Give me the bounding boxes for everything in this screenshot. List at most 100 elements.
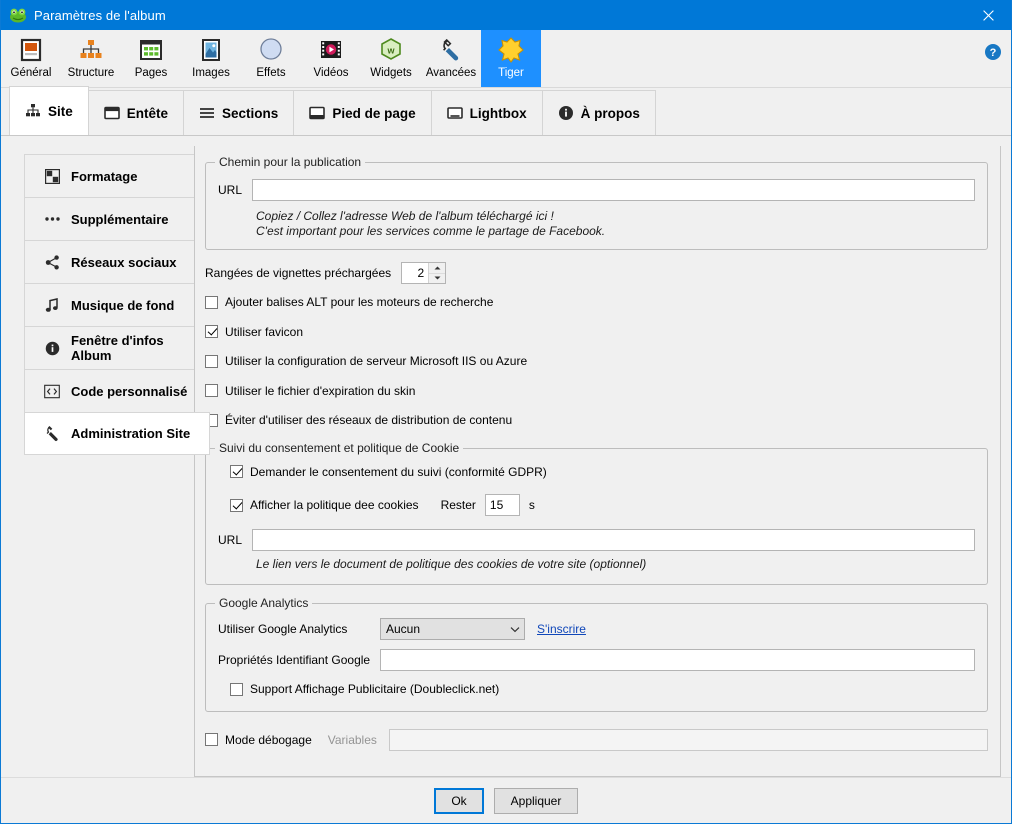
checkbox-avoid-cdn[interactable]: Éviter d'utiliser des réseaux de distrib… (205, 413, 512, 427)
checkbox-box (205, 733, 218, 746)
debug-variables-input[interactable] (388, 728, 988, 751)
apply-button[interactable]: Appliquer (494, 787, 578, 814)
section-tabbar: Site Entête Sections Pied de page Lightb… (1, 86, 1011, 136)
checkbox-label: Utiliser la configuration de serveur Mic… (225, 354, 528, 368)
checkbox-favicon[interactable]: Utiliser favicon (205, 325, 303, 339)
checkbox-skin-expiration[interactable]: Utiliser le fichier d'expiration du skin (205, 384, 415, 398)
publication-url-label: URL (218, 183, 243, 197)
ribbon-tab-general[interactable]: Général (1, 30, 61, 87)
analytics-provider-select[interactable]: Aucun (380, 618, 525, 640)
share-icon (43, 254, 61, 270)
preload-rows-stepper[interactable]: 2 (401, 262, 447, 284)
tab-sections[interactable]: Sections (183, 90, 295, 135)
ribbon-tab-label: Avancées (425, 67, 477, 79)
settings-sidebar: Formatage Supplémentaire Réseaux sociaux… (1, 136, 210, 777)
frog-icon (9, 6, 27, 24)
publication-legend: Chemin pour la publication (215, 155, 366, 169)
sidebar-item-code-personnalise[interactable]: Code personnalisé (24, 369, 202, 412)
checkbox-label: Mode débogage (225, 732, 312, 747)
checkbox-label: Support Affichage Publicitaire (Doublecl… (250, 682, 500, 696)
ribbon-toolbar: Général Structure Pages Images Effets Vi… (1, 30, 1011, 88)
cookie-url-input[interactable] (252, 529, 975, 551)
close-button[interactable] (965, 0, 1011, 30)
sidebar-item-formatage[interactable]: Formatage (24, 154, 202, 197)
cookie-url-label: URL (218, 533, 243, 547)
ribbon-tab-images[interactable]: Images (181, 30, 241, 87)
ribbon-tab-pages[interactable]: Pages (121, 30, 181, 87)
tab-site[interactable]: Site (9, 86, 89, 135)
ok-button[interactable]: Ok (434, 787, 484, 814)
sidebar-item-label: Fenêtre d'infos Album (71, 333, 164, 363)
tab-a-propos[interactable]: À propos (541, 90, 656, 135)
analytics-property-label: Propriétés Identifiant Google (218, 653, 371, 667)
code-brackets-icon (43, 384, 61, 399)
ellipsis-icon (43, 215, 61, 223)
stepper-up-icon[interactable] (429, 263, 446, 274)
help-icon[interactable]: ? (984, 43, 1002, 61)
ribbon-tab-label: Images (192, 67, 230, 79)
dialog-footer: Ok Appliquer (1, 777, 1011, 823)
tab-label: À propos (580, 105, 640, 121)
window-titlebar: Paramètres de l'album (1, 0, 1011, 30)
ribbon-tab-effets[interactable]: Effets (241, 30, 301, 87)
analytics-property-input[interactable] (380, 649, 975, 671)
checkbox-label: Afficher la politique dee cookies (250, 498, 419, 512)
analytics-provider-value: Aucun (386, 622, 421, 636)
sidebar-item-label: Formatage (71, 168, 138, 184)
ribbon-tab-tiger[interactable]: Tiger (481, 30, 541, 87)
tab-pied-de-page[interactable]: Pied de page (293, 90, 432, 135)
checkbox-doubleclick-support[interactable]: Support Affichage Publicitaire (Doublecl… (230, 682, 499, 696)
sitemap-icon (25, 103, 41, 119)
sidebar-item-label: Administration Site (71, 426, 191, 441)
tiger-star-icon (496, 35, 526, 65)
window-title: Paramètres de l'album (34, 7, 166, 23)
checkbox-box (230, 465, 243, 478)
sidebar-item-supplementaire[interactable]: Supplémentaire (24, 197, 202, 240)
info-icon (43, 341, 61, 356)
cookie-group: Suivi du consentement et politique de Co… (205, 440, 988, 585)
tab-entete[interactable]: Entête (87, 90, 185, 135)
checkbox-alt-tags[interactable]: Ajouter balises ALT pour les moteurs de … (205, 295, 493, 309)
checkbox-box (205, 325, 218, 338)
analytics-signup-link[interactable]: S'inscrire (537, 622, 586, 636)
checkbox-gdpr-consent[interactable]: Demander le consentement du suivi (confo… (230, 465, 547, 479)
dialog-body: Formatage Supplémentaire Réseaux sociaux… (1, 136, 1011, 777)
checkbox-label: Éviter d'utiliser des réseaux de distrib… (225, 413, 513, 427)
layout-squares-icon (43, 168, 61, 184)
analytics-use-label: Utiliser Google Analytics (218, 622, 348, 636)
sidebar-item-musique-de-fond[interactable]: Musique de fond (24, 283, 202, 326)
checkbox-box (205, 354, 218, 368)
publication-hint-line2: C'est important pour les services comme … (256, 224, 606, 238)
checkbox-show-cookie-policy[interactable]: Afficher la politique dee cookies (230, 498, 419, 512)
image-frame-icon (16, 35, 46, 65)
tab-label: Pied de page (332, 105, 416, 121)
hexagon-w-icon: w (376, 35, 406, 65)
checkbox-box (230, 498, 243, 512)
checkbox-iis-azure[interactable]: Utiliser la configuration de serveur Mic… (205, 354, 527, 368)
circle-icon (256, 35, 286, 65)
debug-mode-row: Mode débogage Variables (205, 728, 988, 751)
cookie-stay-input[interactable] (484, 494, 520, 516)
ribbon-tab-widgets[interactable]: w Widgets (361, 30, 421, 87)
ribbon-tab-label: Pages (134, 67, 168, 79)
hamburger-icon (199, 105, 215, 121)
ribbon-tab-label: Tiger (498, 67, 524, 79)
ribbon-tab-videos[interactable]: Vidéos (301, 30, 361, 87)
publication-url-input[interactable] (252, 179, 975, 201)
checkbox-box (205, 295, 218, 309)
stepper-down-icon[interactable] (429, 274, 445, 284)
header-icon (103, 105, 120, 121)
tab-label: Lightbox (469, 105, 527, 121)
ribbon-tab-avancees[interactable]: Avancées (421, 30, 481, 87)
album-settings-window: Paramètres de l'album Général Structure … (0, 0, 1012, 824)
ribbon-tab-structure[interactable]: Structure (61, 30, 121, 87)
tab-lightbox[interactable]: Lightbox (430, 90, 543, 135)
checkbox-label: Demander le consentement du suivi (confo… (250, 464, 547, 479)
sidebar-item-reseaux-sociaux[interactable]: Réseaux sociaux (24, 240, 202, 283)
sidebar-item-administration-site[interactable]: Administration Site (24, 412, 210, 455)
svg-text:?: ? (990, 47, 997, 59)
picture-icon (196, 35, 226, 65)
site-options-checkbox-list: Ajouter balises ALT pour les moteurs de … (205, 295, 988, 430)
sidebar-item-fenetre-infos-album[interactable]: Fenêtre d'infos Album (24, 326, 202, 369)
checkbox-debug-mode[interactable]: Mode débogage (205, 733, 312, 747)
